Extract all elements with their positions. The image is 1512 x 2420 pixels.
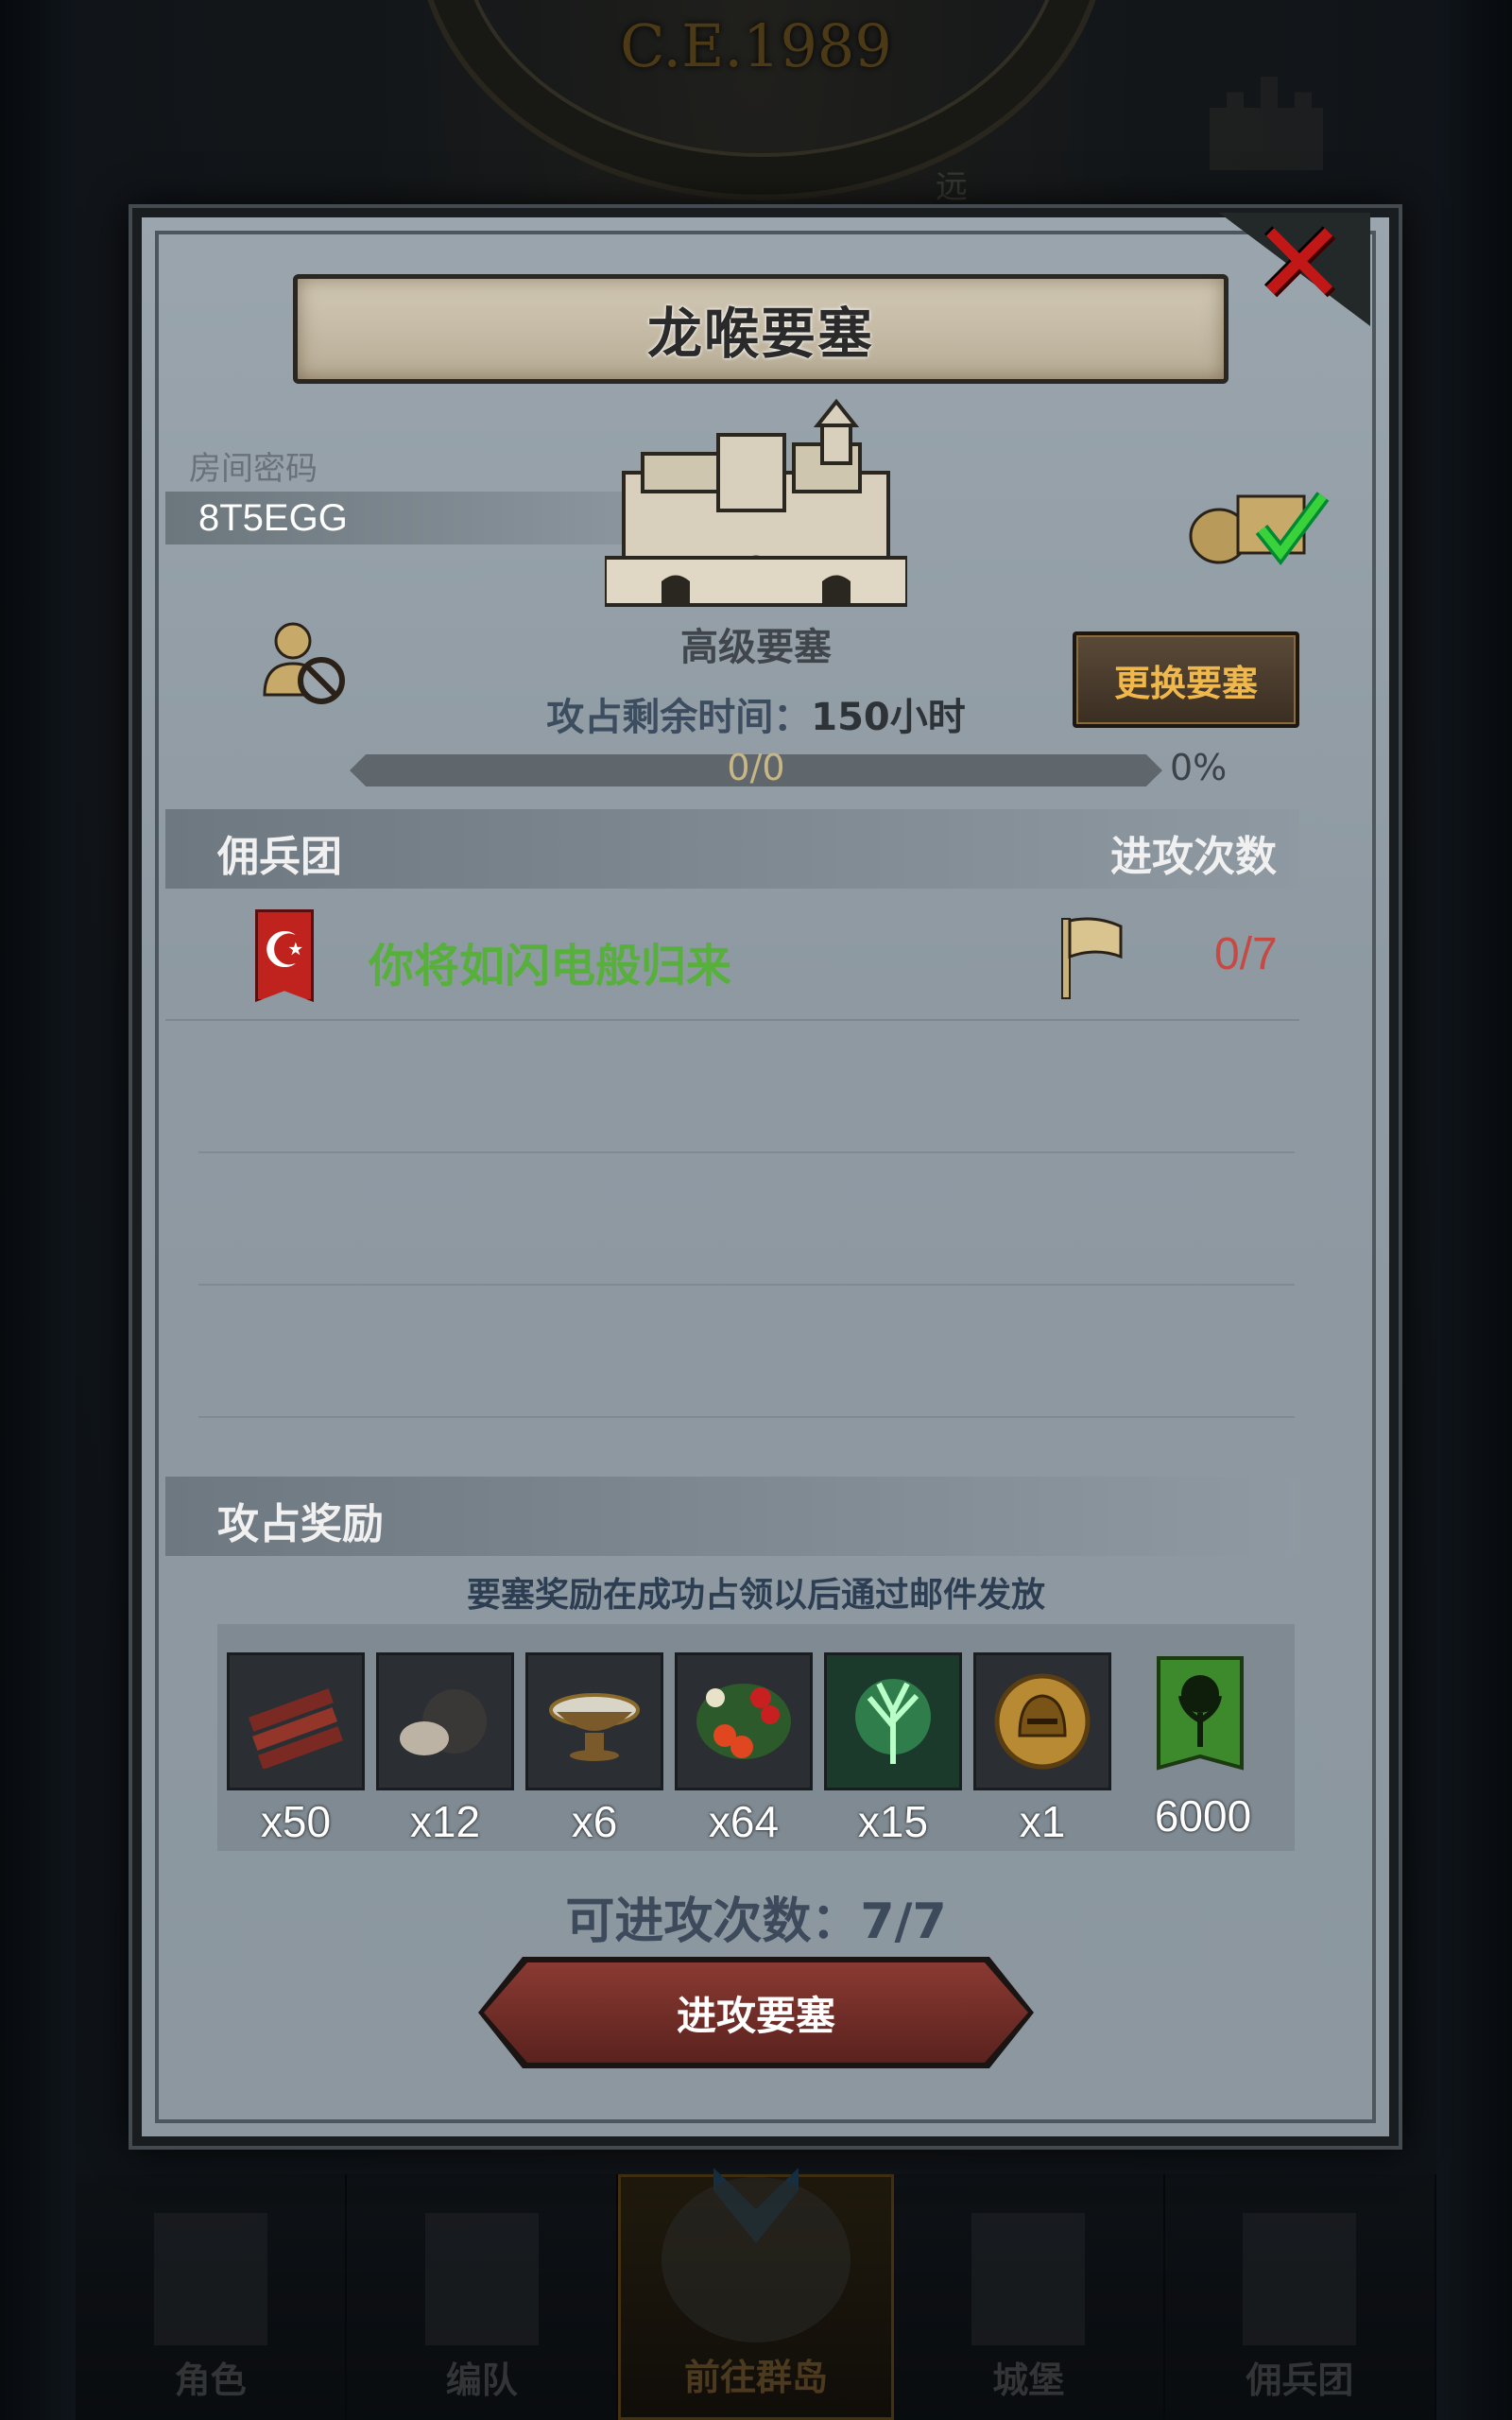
loot-collected-icon[interactable] — [1181, 477, 1332, 567]
reward-qty: x12 — [409, 1797, 481, 1846]
spirit-tree-icon — [824, 1652, 962, 1790]
mercenary-attack-count: 0/7 — [1214, 929, 1278, 979]
fortress-type: 高级要塞 — [680, 626, 832, 669]
progress-percent: 0% — [1170, 747, 1228, 788]
room-password-label: 房间密码 — [189, 450, 318, 488]
wood-icon — [227, 1652, 365, 1790]
helmet-coin-icon — [973, 1652, 1111, 1790]
fortress-icon — [605, 398, 907, 607]
mercenary-name: 你将如闪电般归来 — [369, 940, 732, 993]
crescent-banner-icon: ☪ — [255, 909, 314, 1002]
remaining-time: 攻占剩余时间：150小时 — [378, 686, 1134, 741]
reward-qty: x50 — [260, 1797, 332, 1846]
attack-button-label: 进攻要塞 — [676, 1992, 835, 2039]
close-button[interactable]: ✕ — [1233, 203, 1366, 326]
attack-count-header: 进攻次数 — [1110, 833, 1277, 881]
guild-banner-icon — [1134, 1652, 1266, 1785]
reward-item[interactable]: x6 — [525, 1652, 663, 1847]
mercenary-header: 佣兵团 — [217, 833, 342, 881]
reward-qty: x1 — [1019, 1797, 1066, 1846]
reward-item[interactable]: x15 — [824, 1652, 962, 1847]
attack-fortress-button[interactable]: 进攻要塞 — [484, 1962, 1028, 2063]
reward-qty: x15 — [857, 1797, 929, 1846]
crescent-glyph: ☪ — [262, 923, 307, 979]
berries-icon — [675, 1652, 813, 1790]
bowl-icon — [525, 1652, 663, 1790]
flag-icon — [1061, 917, 1123, 999]
reward-qty: x64 — [708, 1797, 780, 1846]
remaining-time-label: 攻占剩余时间： — [546, 696, 812, 739]
reward-note: 要塞奖励在成功占领以后通过邮件发放 — [466, 1576, 1045, 1615]
user-ban-icon[interactable] — [255, 614, 350, 709]
reward-item[interactable]: x12 — [376, 1652, 514, 1847]
empty-row-divider — [198, 1284, 1295, 1286]
room-password-value[interactable]: 8T5EGG — [198, 497, 348, 540]
reward-item[interactable]: x1 — [973, 1652, 1111, 1847]
empty-row-divider — [198, 1151, 1295, 1153]
reward-item[interactable]: 6000 — [1134, 1652, 1272, 1841]
reward-item[interactable]: x50 — [227, 1652, 365, 1847]
reward-panel: x50 x12 x6 x64 x15 x1 6000 — [217, 1624, 1295, 1851]
empty-row-divider — [198, 1416, 1295, 1418]
progress-text: 0/0 — [727, 747, 785, 788]
title-banner: 龙喉要塞 — [293, 274, 1228, 384]
mercenary-row[interactable]: ☪ 你将如闪电般归来 0/7 — [165, 896, 1299, 1021]
dialog-title: 龙喉要塞 — [646, 302, 874, 366]
reward-header: 攻占奖励 — [217, 1500, 384, 1548]
reward-qty: x6 — [571, 1797, 618, 1846]
reward-item[interactable]: x64 — [675, 1652, 813, 1847]
truffle-icon — [376, 1652, 514, 1790]
remaining-time-value: 150小时 — [811, 696, 966, 739]
reward-qty: 6000 — [1154, 1791, 1252, 1841]
attacks-left: 可进攻次数：7/7 — [565, 1893, 947, 1950]
